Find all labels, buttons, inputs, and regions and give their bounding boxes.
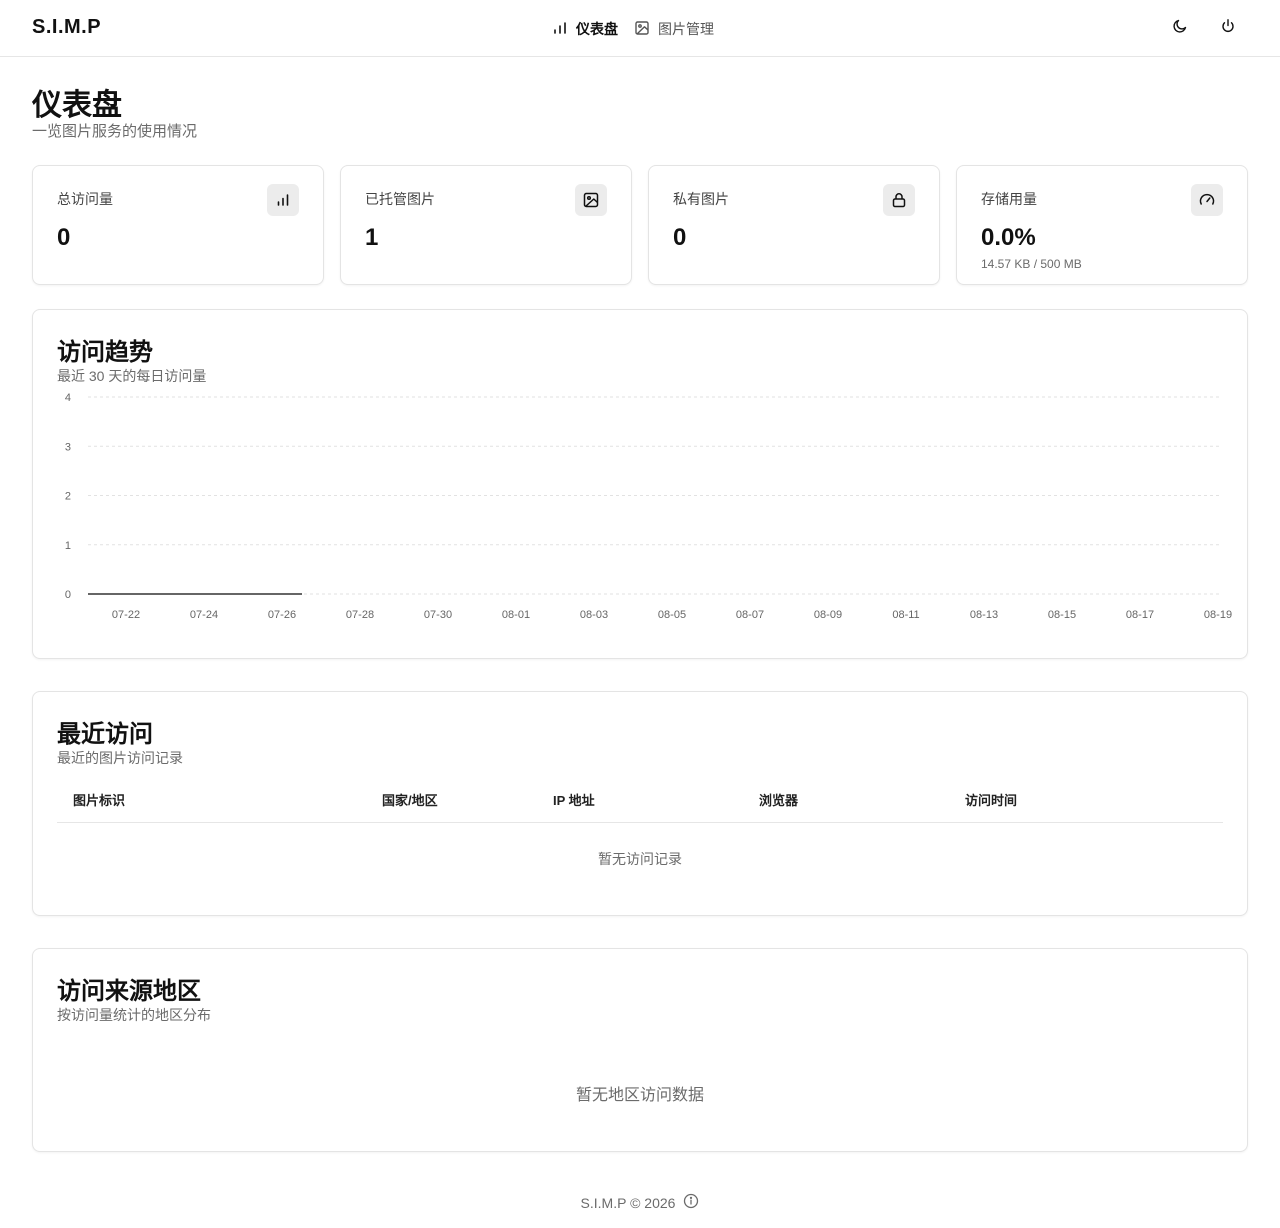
stat-value: 0.0% — [981, 224, 1036, 251]
gauge-icon — [1191, 184, 1223, 216]
nav-dashboard-label: 仪表盘 — [576, 21, 618, 37]
header-actions — [1168, 16, 1240, 40]
x-tick-label: 07-26 — [268, 609, 296, 621]
stat-label: 存储用量 — [981, 191, 1037, 207]
footer-text: S.I.M.P © 2026 — [580, 1194, 676, 1211]
panel-description: 按访问量统计的地区分布 — [57, 1007, 211, 1023]
panel-description: 最近的图片访问记录 — [57, 750, 183, 766]
x-tick-label: 08-05 — [658, 609, 686, 621]
nav-dashboard[interactable]: 仪表盘 — [552, 19, 618, 39]
x-tick-label: 08-19 — [1204, 609, 1232, 621]
stat-value: 0 — [57, 224, 71, 251]
visit-trend-chart: 0 1 2 3 4 07-22 07-24 07-26 07-28 07-30 08-01 08-03… — [65, 392, 1232, 621]
x-tick-label: 07-28 — [346, 609, 374, 621]
x-tick-label: 08-01 — [502, 609, 530, 621]
stat-label: 总访问量 — [57, 191, 113, 207]
stat-card-hosted-images: 已托管图片 1 — [340, 165, 632, 285]
y-tick-label: 2 — [65, 491, 71, 503]
footer: S.I.M.P © 2026 — [0, 1193, 1280, 1212]
moon-icon — [1172, 18, 1188, 39]
image-icon — [575, 184, 607, 216]
nav-image-management-label: 图片管理 — [658, 21, 714, 37]
image-icon — [634, 20, 650, 39]
theme-toggle-button[interactable] — [1168, 16, 1192, 40]
y-tick-label: 3 — [65, 441, 71, 453]
brand-logo[interactable]: S.I.M.P — [32, 16, 101, 39]
stat-value: 1 — [365, 224, 379, 251]
bar-chart-icon — [267, 184, 299, 216]
column-header-image-id[interactable]: 图片标识 — [73, 790, 125, 809]
x-tick-label: 07-24 — [190, 609, 218, 621]
stat-label: 私有图片 — [673, 191, 729, 207]
stat-card-storage-usage: 存储用量 0.0% 14.57 KB / 500 MB — [956, 165, 1248, 285]
column-header-visit-time[interactable]: 访问时间 — [965, 790, 1017, 809]
x-tick-label: 08-15 — [1048, 609, 1076, 621]
stat-value: 0 — [673, 224, 687, 251]
x-tick-label: 08-13 — [970, 609, 998, 621]
visit-trend-panel: 访问趋势 最近 30 天的每日访问量 0 1 2 3 4 07-22 07-24 07-26 0… — [32, 309, 1248, 659]
y-tick-label: 0 — [65, 589, 71, 601]
bar-chart-icon — [552, 20, 568, 39]
table-header: 图片标识 国家/地区 IP 地址 浏览器 访问时间 — [57, 790, 1223, 823]
column-header-country[interactable]: 国家/地区 — [382, 790, 438, 809]
column-header-ip[interactable]: IP 地址 — [553, 790, 595, 809]
power-icon — [1220, 18, 1236, 39]
page-title: 仪表盘 — [32, 89, 122, 122]
x-tick-label: 08-09 — [814, 609, 842, 621]
x-tick-label: 07-30 — [424, 609, 452, 621]
page-subtitle: 一览图片服务的使用情况 — [32, 123, 198, 140]
stat-card-total-visits: 总访问量 0 — [32, 165, 324, 285]
x-tick-label: 08-17 — [1126, 609, 1154, 621]
x-tick-label: 08-11 — [892, 609, 919, 621]
logout-button[interactable] — [1216, 16, 1240, 40]
empty-state: 暂无地区访问数据 — [575, 1087, 704, 1104]
stat-card-private-images: 私有图片 0 — [648, 165, 940, 285]
empty-state: 暂无访问记录 — [598, 851, 682, 867]
nav-image-management[interactable]: 图片管理 — [634, 19, 714, 39]
panel-title: 最近访问 — [57, 721, 153, 748]
top-bar: S.I.M.P 仪表盘 图片管理 — [0, 0, 1280, 57]
y-tick-label: 1 — [65, 540, 71, 552]
panel-title: 访问来源地区 — [57, 978, 201, 1005]
info-icon[interactable] — [683, 1193, 699, 1212]
x-tick-label: 08-03 — [580, 609, 608, 621]
visit-regions-panel: 访问来源地区 按访问量统计的地区分布 暂无地区访问数据 — [32, 948, 1248, 1152]
stat-label: 已托管图片 — [365, 191, 435, 207]
x-tick-label: 08-07 — [736, 609, 764, 621]
lock-icon — [883, 184, 915, 216]
x-tick-label: 07-22 — [112, 609, 140, 621]
main-nav: 仪表盘 图片管理 — [552, 18, 714, 40]
stat-subtext: 14.57 KB / 500 MB — [981, 257, 1082, 271]
column-header-browser[interactable]: 浏览器 — [759, 790, 798, 809]
recent-visits-panel: 最近访问 最近的图片访问记录 图片标识 国家/地区 IP 地址 浏览器 访问时间… — [32, 691, 1248, 916]
y-tick-label: 4 — [65, 392, 71, 404]
